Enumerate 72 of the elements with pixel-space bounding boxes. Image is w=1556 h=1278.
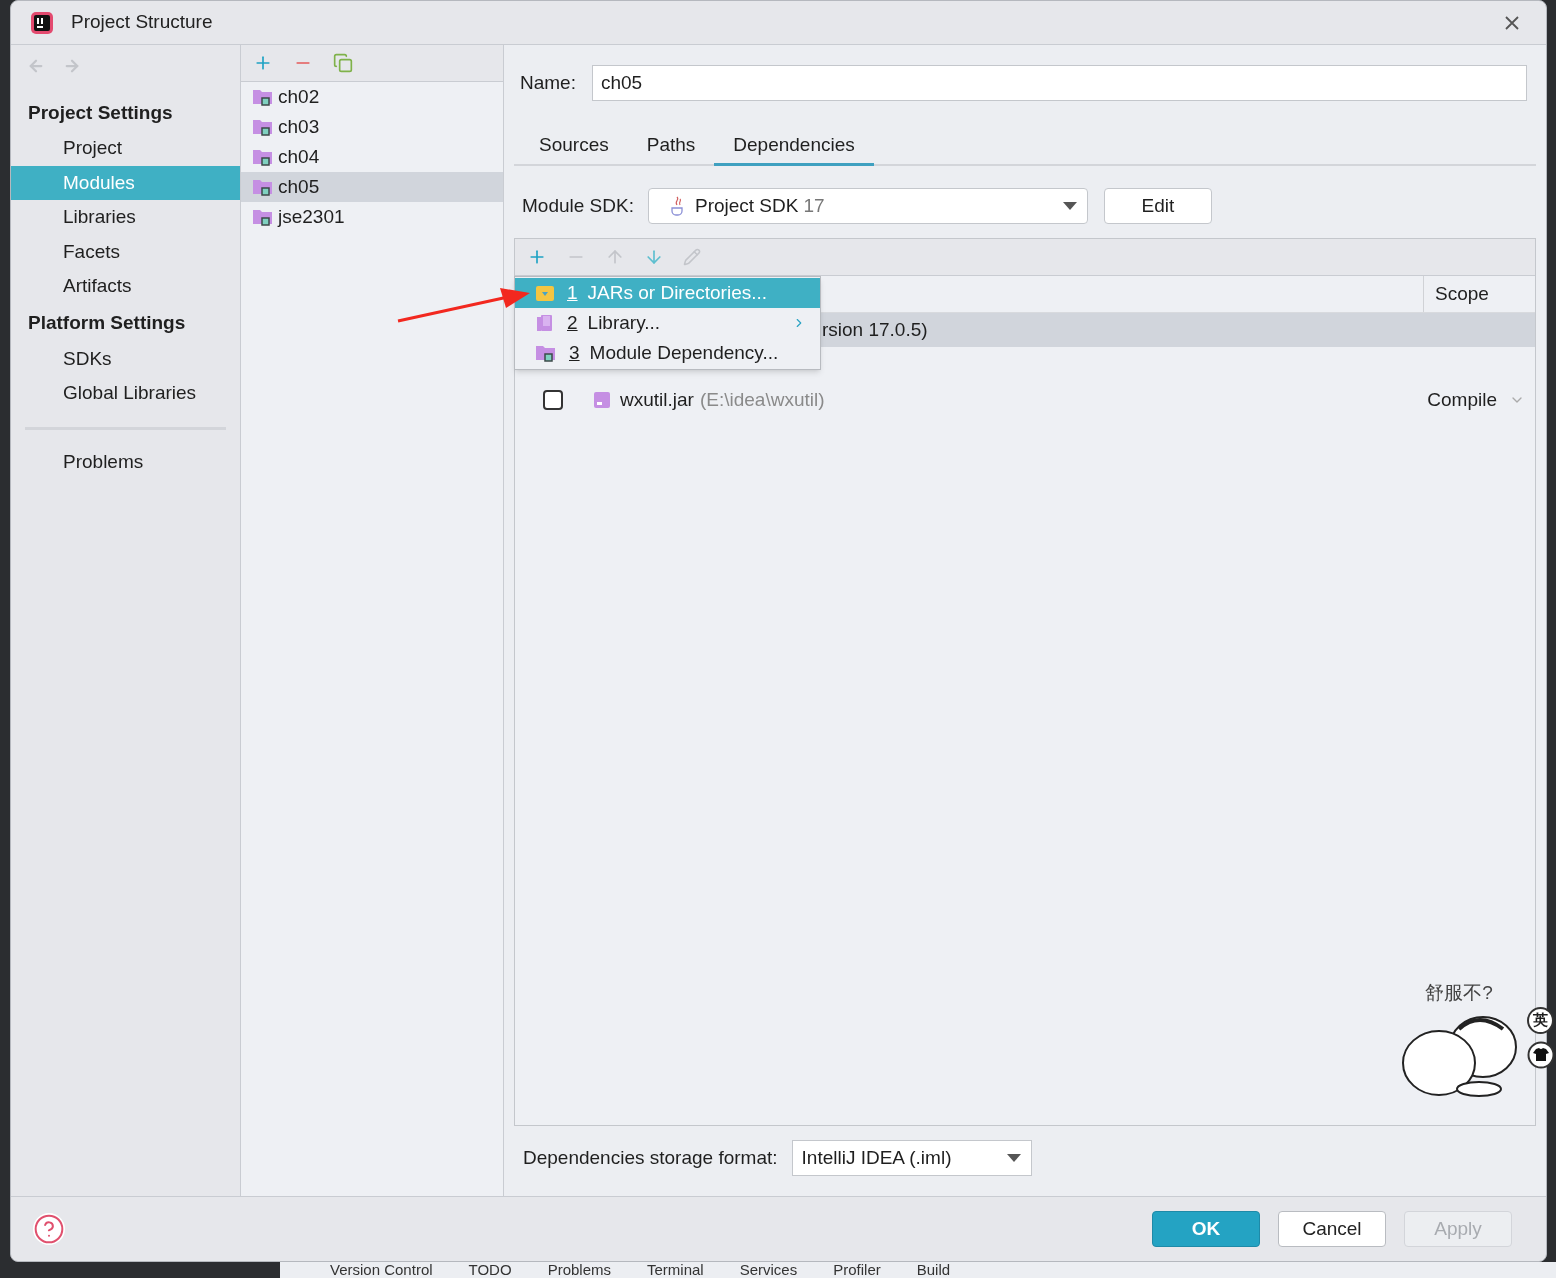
module-folder-icon <box>252 207 274 227</box>
menu-mnemonic: 1 <box>567 280 578 305</box>
module-folder-icon <box>252 177 274 197</box>
module-folder-icon <box>252 87 274 107</box>
row-text: rsion 17.0.5) <box>822 317 928 342</box>
sidebar-item[interactable]: SDKs <box>11 341 240 376</box>
close-icon <box>1504 14 1520 31</box>
module-folder-icon <box>252 147 274 167</box>
books-icon <box>535 313 555 333</box>
module-name: ch03 <box>278 114 320 139</box>
sdk-value: Project SDK <box>694 193 799 218</box>
tool-window-tab[interactable]: Terminal <box>647 1262 704 1278</box>
library-path: (E:\idea\wxutil) <box>699 387 825 412</box>
sidebar-heading: Platform Settings <box>27 311 187 336</box>
sdk-dropdown[interactable]: Project SDK 17 <box>647 188 1088 224</box>
module-item[interactable]: ch03 <box>241 112 503 142</box>
edit-button[interactable]: Edit <box>1103 188 1212 224</box>
scope-value[interactable]: Compile <box>1427 385 1497 415</box>
box-icon <box>535 284 555 302</box>
module-item[interactable]: ch04 <box>241 142 503 172</box>
module-folder-icon <box>252 117 274 137</box>
tool-window-tab[interactable]: TODO <box>468 1262 512 1278</box>
module-item[interactable]: ch05 <box>241 172 503 202</box>
name-field[interactable]: ch05 <box>591 65 1527 101</box>
module-item[interactable]: ch02 <box>241 82 503 112</box>
sticker-caption: 舒服不? <box>1425 980 1493 1005</box>
tool-window-tab[interactable]: Problems <box>547 1262 611 1278</box>
table-row[interactable]: wxutil.jar (E:\idea\wxutil) Compile <box>515 383 1535 417</box>
sidebar-item[interactable]: Facets <box>11 234 240 269</box>
tool-window-tab[interactable]: Profiler <box>833 1262 881 1278</box>
sidebar-item[interactable]: Libraries <box>11 200 240 235</box>
name-label: Name: <box>520 70 576 95</box>
close-button[interactable] <box>1504 14 1520 31</box>
menu-mnemonic: 2 <box>567 310 578 335</box>
menu-label: JARs or Directories... <box>587 280 768 305</box>
tab[interactable]: Dependencies <box>714 128 874 166</box>
dropdown-arrow-icon <box>1062 202 1077 210</box>
sidebar-item[interactable]: Global Libraries <box>11 376 240 411</box>
sidebar-heading: Project Settings <box>27 100 174 125</box>
edit-icon[interactable] <box>683 248 701 266</box>
dialog-button[interactable]: Cancel <box>1278 1211 1386 1247</box>
module-item[interactable]: jse2301 <box>241 202 503 232</box>
module-sdk-label: Module SDK: <box>522 193 634 218</box>
copy-icon[interactable] <box>333 53 353 73</box>
checkbox[interactable] <box>543 390 563 410</box>
storage-format-label: Dependencies storage format: <box>523 1145 778 1170</box>
module-name: jse2301 <box>278 204 345 229</box>
tab[interactable]: Paths <box>627 128 715 166</box>
sidebar-item[interactable]: Problems <box>11 445 240 480</box>
module-name: ch04 <box>278 144 320 169</box>
storage-format-value: IntelliJ IDEA (.iml) <box>801 1145 952 1170</box>
sidebar-item[interactable]: Project <box>11 131 240 166</box>
tool-window-tab[interactable]: Services <box>739 1262 798 1278</box>
storage-format-dropdown[interactable]: IntelliJ IDEA (.iml) <box>791 1140 1032 1176</box>
sdk-version: 17 <box>803 193 825 218</box>
back-icon[interactable] <box>27 57 45 75</box>
sidebar-item[interactable]: Artifacts <box>11 269 240 304</box>
column-header: Scope <box>1435 281 1489 306</box>
jar-icon <box>593 391 611 409</box>
module-name: ch05 <box>278 174 320 199</box>
tool-window-tab[interactable]: Version Control <box>330 1262 433 1278</box>
window-title: Project Structure <box>71 10 213 35</box>
dropdown-arrow-icon <box>1006 1154 1021 1162</box>
help-icon[interactable] <box>33 1213 65 1245</box>
app-logo-icon <box>31 11 53 34</box>
library-name: wxutil.jar <box>620 387 694 412</box>
menu-label: Library... <box>587 310 661 335</box>
tool-window-tab[interactable]: Build <box>916 1262 951 1278</box>
module-folder-icon <box>535 343 557 363</box>
forward-icon[interactable] <box>63 57 81 75</box>
tab[interactable]: Sources <box>520 128 628 166</box>
module-name: ch02 <box>278 84 320 109</box>
